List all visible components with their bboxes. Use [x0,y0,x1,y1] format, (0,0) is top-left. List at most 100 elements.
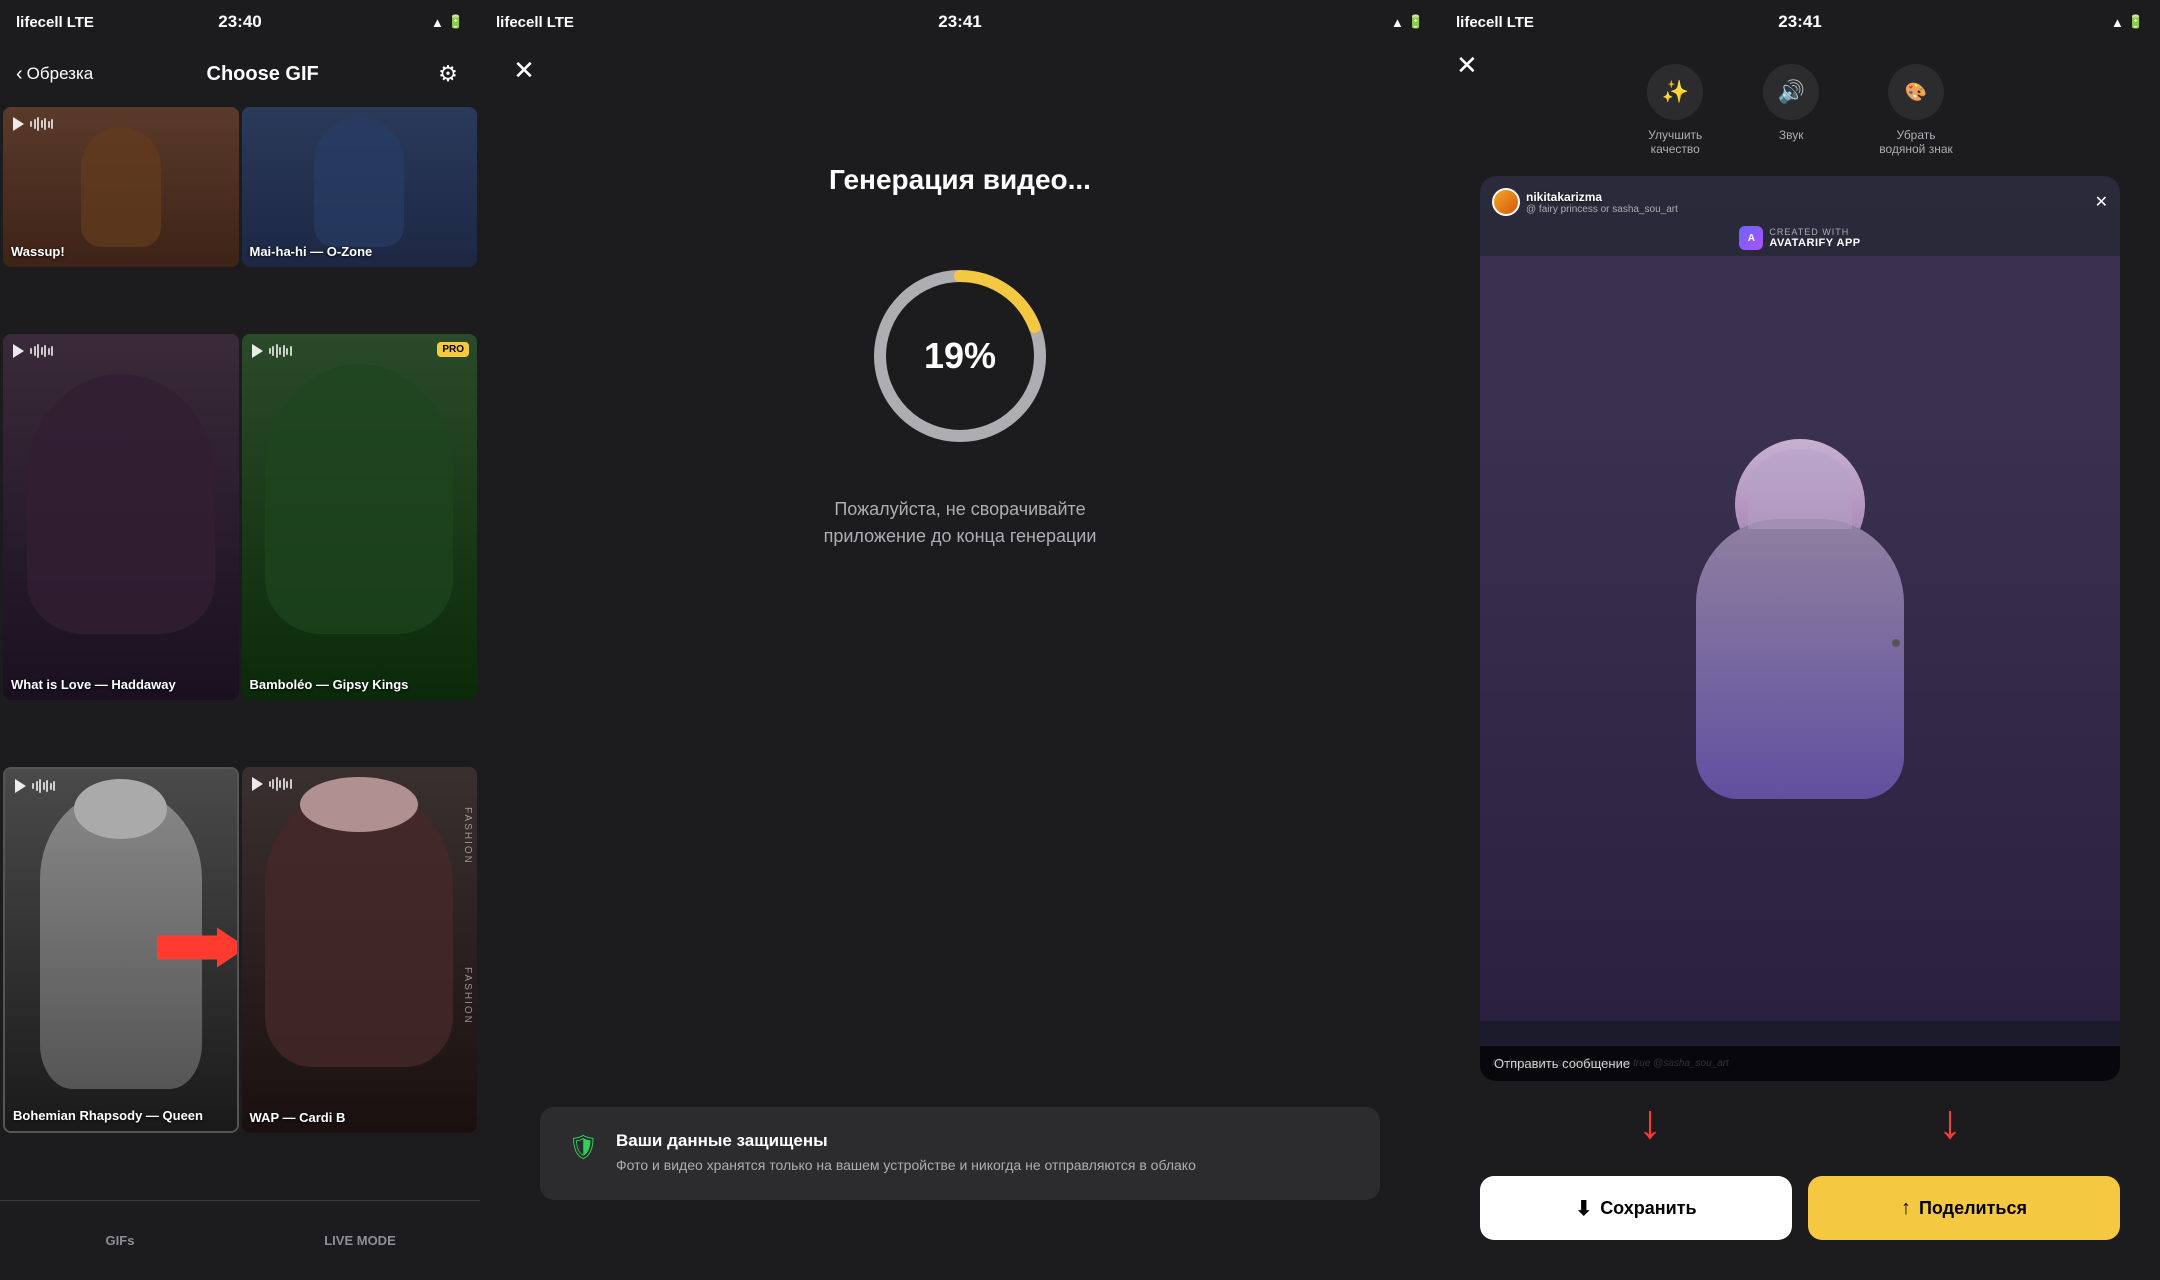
close-icon-progress: ✕ [513,55,535,86]
carrier-2: lifecell [496,14,543,31]
gif-thumb-maihahi [242,107,478,267]
data-protection-desc: Фото и видео хранятся только на вашем ус… [616,1155,1196,1176]
time-1: 23:40 [218,12,261,32]
gif-thumb-bamboleo [242,334,478,700]
pro-badge-bamboleo: PRO [437,342,469,357]
play-icon-wap [252,777,292,791]
video-person-area [1480,256,2120,1021]
bottom-tabs: GIFs LIVE MODE [0,1200,480,1280]
status-bar-left-2: lifecell LTE [496,14,574,31]
gif-thumb-whatislove [3,334,239,700]
person-figure [1670,439,1930,839]
video-preview: nikitakarizma @ fairy princess or sasha_… [1480,176,2120,1081]
play-triangle-bamboleo [252,344,263,358]
back-button[interactable]: ‹ Обрезка [16,63,93,86]
signal-icon-2: ▲ [1391,15,1404,30]
avatarify-logo-row: A CREATED WITH AVATARIFY APP [1739,226,1860,250]
chevron-left-icon: ‹ [16,63,23,86]
gif-label-wassup: Wassup! [11,244,231,259]
panel-gif: lifecell LTE 23:40 ▲ 🔋 ‹ Обрезка Choose … [0,0,480,1280]
save-button[interactable]: ⬇ Сохранить [1480,1176,1792,1240]
video-header-overlay: nikitakarizma @ fairy princess or sasha_… [1492,188,2108,216]
time-2: 23:41 [938,12,981,32]
play-icon-whatislove [13,344,53,358]
gear-icon: ⚙ [438,61,458,87]
save-label: Сохранить [1600,1198,1696,1219]
app-name-label: AVATARIFY APP [1769,237,1860,249]
sound-icon: 🔊 [1778,79,1805,105]
battery-icon-2: 🔋 [1408,14,1424,30]
selection-arrow [157,928,239,973]
carrier-3: lifecell [1456,14,1503,31]
nav-bar-1: ‹ Обрезка Choose GIF ⚙ [0,44,480,104]
send-message-bar[interactable]: Отправить сообщение [1480,1046,2120,1081]
app-icon-small: A [1739,226,1763,250]
tattoo-dot [1892,639,1900,647]
close-button-result[interactable]: ✕ [1456,50,1478,81]
status-bar-right-3: ▲ 🔋 [2111,14,2144,30]
play-icon-bohemian [15,779,55,793]
page-title-1: Choose GIF [207,63,319,86]
share-label: Поделиться [1919,1198,2027,1219]
shield-icon: 🛡 [568,1133,600,1165]
gif-item-whatislove[interactable]: What is Love — Haddaway [3,334,239,700]
gif-item-maihahi[interactable]: Mai-ha-hi — O-Zone [242,107,478,267]
play-triangle-wap [252,777,263,791]
toolbar-enhance[interactable]: ✨ Улучшитькачество [1647,64,1703,156]
avatar [1492,188,1520,216]
gif-grid: Wassup! Mai-ha-hi — O-Zone What is Love … [0,104,480,1200]
status-bar-left-3: lifecell LTE [1456,14,1534,31]
generation-subtitle: Пожалуйста, не сворачивайте приложение д… [824,496,1097,550]
person-hair [1748,449,1852,529]
network-2: LTE [547,14,574,31]
progress-ring: 19% [860,256,1060,456]
battery-icon-1: 🔋 [448,14,464,30]
carrier-1: lifecell [16,14,63,31]
tab-live[interactable]: LIVE MODE [240,1233,480,1248]
tab-live-label: LIVE MODE [324,1233,396,1248]
toolbar-sound[interactable]: 🔊 Звук [1763,64,1819,156]
close-button-progress[interactable]: ✕ [504,50,544,90]
result-video-container: nikitakarizma @ fairy princess or sasha_… [1480,176,2120,1081]
waveform-bamboleo [269,344,292,358]
network-3: LTE [1507,14,1534,31]
waveform-whatislove [30,344,53,358]
video-close-icon[interactable]: ✕ [2095,192,2108,212]
arrows-row: ↓ ↓ [1440,1085,2160,1160]
created-with-label: CREATED WITH [1769,227,1860,237]
play-triangle-wassup [13,117,24,131]
sound-icon-circle: 🔊 [1763,64,1819,120]
signal-icon-1: ▲ [431,15,444,30]
share-button[interactable]: ↑ Поделиться [1808,1176,2120,1240]
watermark-label: Убратьводяной знак [1879,128,1953,156]
gif-thumb-wap: FASHION FASHION [242,767,478,1133]
waveform-wap [269,777,292,791]
username-text: nikitakarizma [1526,190,1678,204]
progress-percent-label: 19% [924,335,996,377]
panel-result: lifecell LTE 23:41 ▲ 🔋 ✕ ✨ Улучшитькачес… [1440,0,2160,1280]
play-triangle-bohemian [15,779,26,793]
gif-label-bohemian: Bohemian Rhapsody — Queen [13,1108,229,1123]
sound-label: Звук [1779,128,1804,142]
avatarify-badge: A CREATED WITH AVATARIFY APP [1492,226,2108,250]
tab-gifs[interactable]: GIFs [0,1233,240,1248]
arrow-left: ↓ [1638,1095,1662,1150]
subtitle-line2: приложение до конца генерации [824,526,1097,546]
status-bar-2: lifecell LTE 23:41 ▲ 🔋 [480,0,1440,44]
gif-item-bamboleo[interactable]: PRO Bamboléo — Gipsy Kings [242,334,478,700]
gif-item-wap[interactable]: FASHION FASHION WAP — Cardi B [242,767,478,1133]
status-bar-right-1: ▲ 🔋 [431,14,464,30]
gif-item-bohemian[interactable]: Bohemian Rhapsody — Queen [3,767,239,1133]
gif-item-wassup[interactable]: Wassup! [3,107,239,267]
enhance-icon: ✨ [1662,79,1689,105]
play-triangle-whatislove [13,344,24,358]
play-icon-wassup [13,117,53,131]
toolbar-watermark[interactable]: 🎨 Убратьводяной знак [1879,64,1953,156]
settings-button[interactable]: ⚙ [432,58,464,90]
signal-icon-3: ▲ [2111,15,2124,30]
watermark-icon: 🎨 [1905,82,1927,103]
status-bar-right-2: ▲ 🔋 [1391,14,1424,30]
video-avatar-row: nikitakarizma @ fairy princess or sasha_… [1492,188,1678,216]
status-bar-3: lifecell LTE 23:41 ▲ 🔋 [1440,0,2160,44]
waveform-wassup [30,117,53,131]
